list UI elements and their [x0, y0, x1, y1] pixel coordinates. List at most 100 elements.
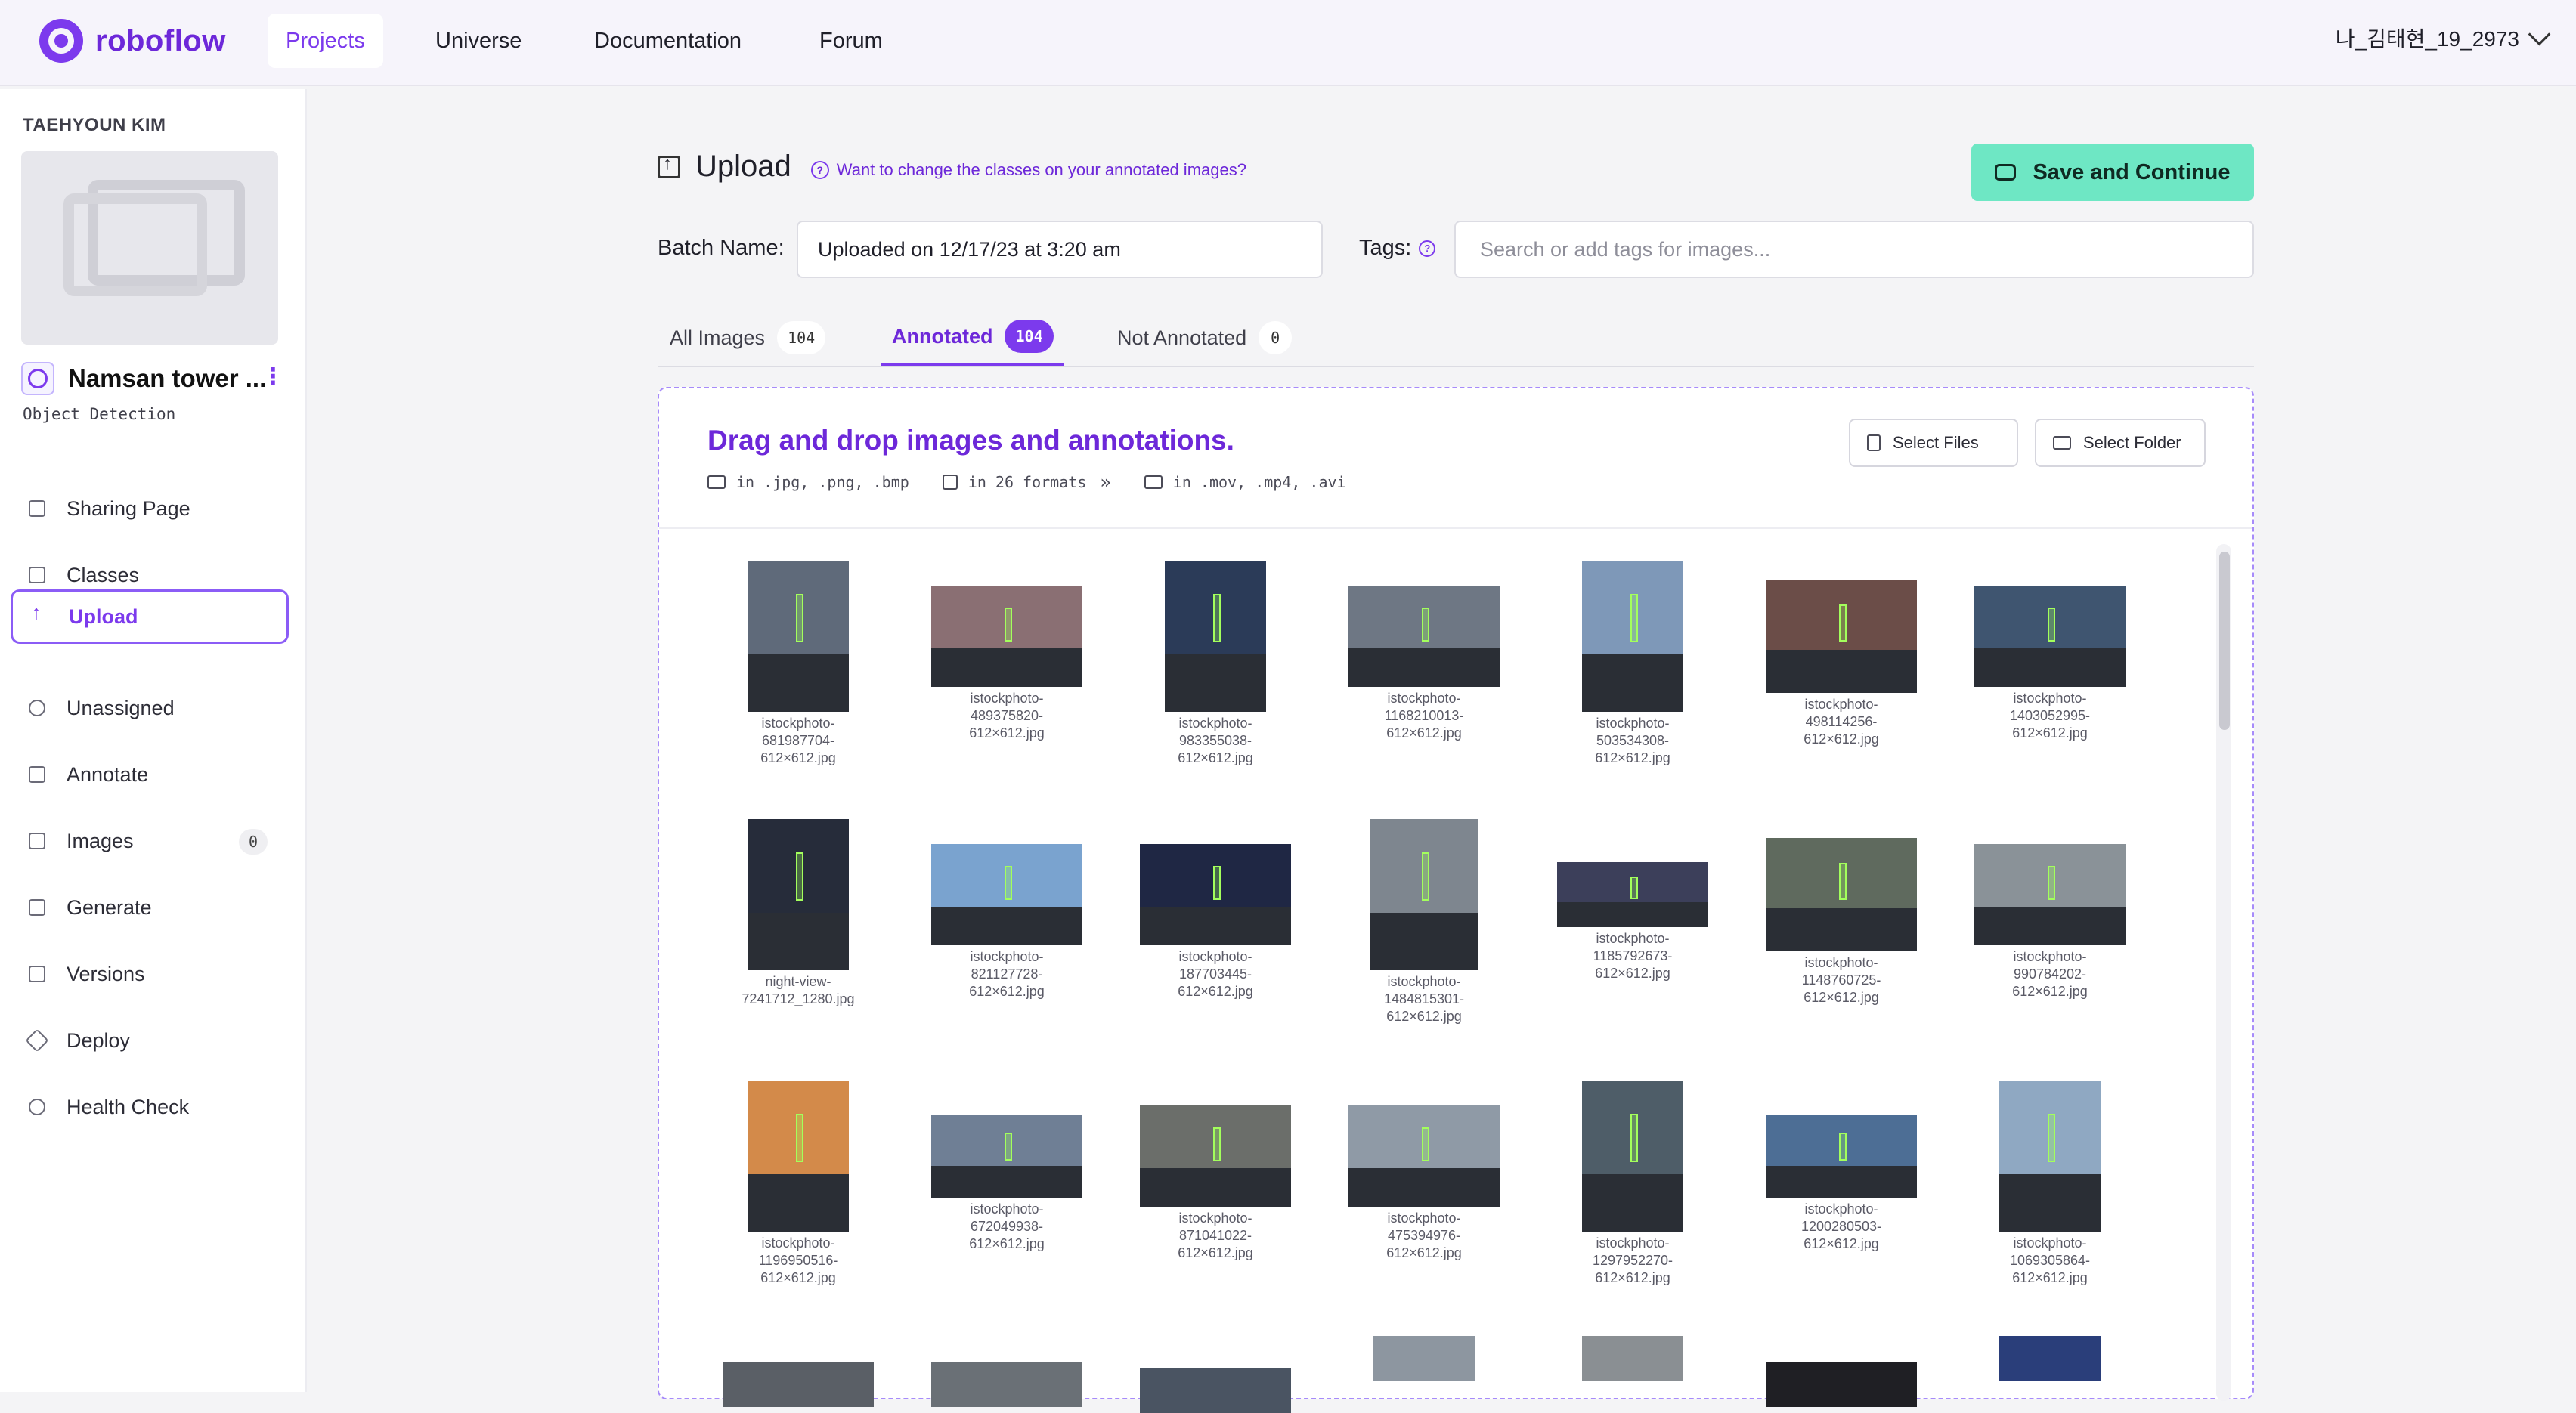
image-thumbnail[interactable]: istockphoto- 681987704- 612×612.jpg — [707, 561, 889, 767]
image-thumbnail[interactable] — [1751, 1362, 1932, 1407]
image-thumbnail[interactable]: istockphoto- 871041022- 612×612.jpg — [1125, 1105, 1306, 1262]
change-classes-link[interactable]: ? Want to change the classes on your ann… — [810, 160, 1246, 180]
image-thumbnail[interactable] — [1959, 1336, 2141, 1381]
tab-not-annotated[interactable]: Not Annotated 0 — [1117, 310, 1293, 366]
list-icon — [29, 567, 45, 583]
image-thumbnail[interactable] — [1333, 1336, 1515, 1381]
nav-tab-universe[interactable]: Universe — [417, 14, 540, 68]
nav-tab-documentation[interactable]: Documentation — [576, 14, 760, 68]
help-circle-icon[interactable]: ? — [1419, 240, 1436, 257]
sidebar-item-upload[interactable]: Upload — [11, 589, 289, 644]
image-preview — [931, 844, 1082, 945]
image-filename: istockphoto- 1148760725- 612×612.jpg — [1801, 955, 1881, 1005]
sidebar-item-versions[interactable]: Versions — [11, 948, 289, 1000]
image-thumbnail[interactable]: istockphoto- 475394976- 612×612.jpg — [1333, 1105, 1515, 1262]
sidebar-item-deploy[interactable]: Deploy — [11, 1014, 289, 1067]
globe-icon — [21, 362, 54, 395]
user-name: 나_김태현_19_2973 — [2335, 27, 2519, 51]
nav-tab-forum[interactable]: Forum — [801, 14, 901, 68]
image-thumbnail[interactable]: night-view- 7241712_1280.jpg — [707, 819, 889, 1008]
image-thumbnail[interactable]: istockphoto- 1196950516- 612×612.jpg — [707, 1081, 889, 1287]
image-thumbnail[interactable]: istockphoto- 503534308- 612×612.jpg — [1542, 561, 1723, 767]
annotation-box — [1839, 604, 1847, 642]
supported-formats: in .jpg, .png, .bmp in 26 formats » in .… — [707, 472, 1346, 493]
image-thumbnail[interactable] — [1125, 1368, 1306, 1413]
scrollbar-thumb[interactable] — [2219, 552, 2230, 730]
image-filename: istockphoto- 475394976- 612×612.jpg — [1386, 1210, 1462, 1260]
double-chevron-right-icon[interactable]: » — [1100, 472, 1110, 493]
sidebar-item-label: Unassigned — [67, 696, 175, 719]
select-folder-button[interactable]: Select Folder — [2035, 419, 2206, 467]
batch-name-input[interactable]: Uploaded on 12/17/23 at 3:20 am — [797, 221, 1323, 278]
upload-drop-zone[interactable]: Drag and drop images and annotations. in… — [658, 387, 2254, 1413]
image-preview — [931, 1115, 1082, 1198]
select-files-button[interactable]: Select Files — [1849, 419, 2018, 467]
tab-all-images[interactable]: All Images 104 — [670, 310, 826, 366]
annotation-box — [1839, 1133, 1847, 1161]
help-circle-icon: ? — [810, 160, 829, 179]
image-thumbnail[interactable]: istockphoto- 983355038- 612×612.jpg — [1125, 561, 1306, 767]
image-preview — [1348, 586, 1500, 687]
image-thumbnail[interactable]: istockphoto- 1185792673- 612×612.jpg — [1542, 862, 1723, 982]
tab-label: Annotated — [892, 324, 993, 348]
workspace-owner: TAEHYOUN KIM — [23, 115, 166, 135]
annotation-box — [1213, 866, 1221, 900]
image-thumbnail[interactable]: istockphoto- 1069305864- 612×612.jpg — [1959, 1081, 2141, 1287]
annotation-box — [2048, 608, 2055, 642]
image-thumbnail[interactable]: istockphoto- 187703445- 612×612.jpg — [1125, 844, 1306, 1000]
image-thumbnail[interactable]: istockphoto- 990784202- 612×612.jpg — [1959, 844, 2141, 1000]
sidebar-item-generate[interactable]: Generate — [11, 881, 289, 934]
roboflow-logo[interactable]: roboflow — [39, 18, 226, 63]
annotation-box — [2048, 866, 2055, 900]
save-and-continue-button[interactable]: Save and Continue — [1971, 144, 2254, 201]
image-preview — [1140, 1105, 1291, 1207]
sidebar-item-label: Deploy — [67, 1028, 131, 1052]
image-filename: istockphoto- 681987704- 612×612.jpg — [760, 716, 836, 765]
tags-search-input[interactable] — [1454, 221, 2254, 278]
image-filename: night-view- 7241712_1280.jpg — [742, 974, 855, 1006]
annotation-box — [1630, 1114, 1638, 1162]
chevron-down-icon — [2528, 23, 2551, 45]
image-thumbnail[interactable]: istockphoto- 821127728- 612×612.jpg — [916, 844, 1098, 1000]
image-filename: istockphoto- 1069305864- 612×612.jpg — [2009, 1235, 2091, 1285]
project-thumbnail[interactable] — [21, 151, 278, 345]
annotation-box — [1005, 1133, 1012, 1161]
image-thumbnail[interactable]: istockphoto- 498114256- 612×612.jpg — [1751, 580, 1932, 748]
image-thumbnail[interactable]: istockphoto- 1297952270- 612×612.jpg — [1542, 1081, 1723, 1287]
image-filename: istockphoto- 503534308- 612×612.jpg — [1595, 716, 1670, 765]
annotation-box — [1422, 608, 1429, 642]
image-thumbnail[interactable] — [707, 1362, 889, 1407]
image-thumbnail[interactable] — [916, 1362, 1098, 1407]
image-thumbnail[interactable]: istockphoto- 1200280503- 612×612.jpg — [1751, 1115, 1932, 1253]
sidebar-item-health-check[interactable]: Health Check — [11, 1081, 289, 1133]
image-thumbnail[interactable]: istockphoto- 489375820- 612×612.jpg — [916, 586, 1098, 742]
image-thumbnail[interactable]: istockphoto- 1148760725- 612×612.jpg — [1751, 838, 1932, 1006]
tab-count-badge: 0 — [1259, 321, 1293, 354]
image-thumbnail[interactable]: istockphoto- 1168210013- 612×612.jpg — [1333, 586, 1515, 742]
sidebar-item-images[interactable]: Images 0 — [11, 815, 289, 867]
annotation-box — [2048, 1114, 2055, 1162]
tab-annotated[interactable]: Annotated 104 — [881, 310, 1064, 366]
project-name[interactable]: Namsan tower ... — [68, 364, 266, 393]
nav-tab-projects[interactable]: Projects — [268, 14, 383, 68]
image-thumbnail[interactable]: istockphoto- 1484815301- 612×612.jpg — [1333, 819, 1515, 1025]
annotation-formats-text: in 26 formats — [968, 473, 1087, 491]
sidebar-item-unassigned[interactable]: Unassigned — [11, 682, 289, 734]
sidebar-item-annotate[interactable]: Annotate — [11, 748, 289, 801]
image-thumbnail[interactable]: istockphoto- 672049938- 612×612.jpg — [916, 1115, 1098, 1253]
rocket-icon — [25, 1028, 49, 1053]
image-filename: istockphoto- 871041022- 612×612.jpg — [1178, 1210, 1253, 1260]
upload-header: Upload ? Want to change the classes on y… — [658, 150, 1246, 184]
annotation-box — [1422, 1127, 1429, 1161]
image-preview — [1766, 580, 1917, 693]
image-thumbnail[interactable] — [1542, 1336, 1723, 1381]
image-thumbnail[interactable]: istockphoto- 1403052995- 612×612.jpg — [1959, 586, 2141, 742]
folder-icon — [2053, 436, 2071, 450]
video-formats-text: in .mov, .mp4, .avi — [1172, 473, 1346, 491]
image-preview — [1140, 1368, 1291, 1413]
sidebar-item-sharing-page[interactable]: Sharing Page — [11, 482, 289, 535]
bounding-box-icon — [942, 475, 958, 490]
user-menu[interactable]: 나_김태현_19_2973 — [2335, 23, 2551, 53]
image-preview — [1140, 844, 1291, 945]
more-options-icon[interactable]: ⋮ — [262, 366, 284, 388]
